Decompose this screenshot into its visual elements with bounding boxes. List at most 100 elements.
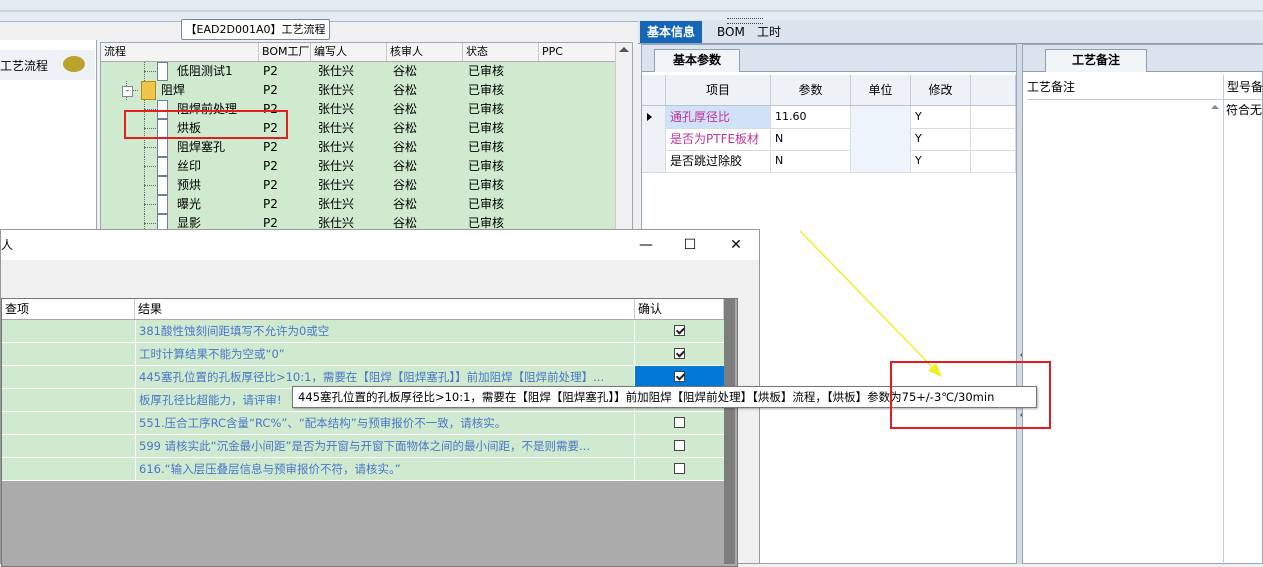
confirm-checkbox[interactable]: [674, 371, 685, 382]
tree-row[interactable]: 显影 P2 张仕兴 谷松 已审核: [101, 214, 616, 230]
confirm-checkbox[interactable]: [674, 440, 685, 451]
maximize-button[interactable]: ☐: [675, 233, 705, 257]
tree-row-reviewer: 谷松: [393, 140, 418, 154]
param-item[interactable]: 通孔厚径比: [666, 106, 771, 128]
tab-process-remarks[interactable]: 工艺备注: [1045, 49, 1147, 72]
param-modify[interactable]: Y: [911, 128, 971, 150]
col-header-factory[interactable]: BOM工厂: [259, 43, 311, 61]
check-row[interactable]: 599 请核实此“沉金最小间距”是否为开窗与开窗下面物体之间的最小间距，不是则需…: [2, 435, 724, 458]
check-row[interactable]: 工时计算结果不能为空或“0”: [2, 343, 724, 366]
confirm-checkbox[interactable]: [674, 417, 685, 428]
col-header-reviewer[interactable]: 核审人: [387, 43, 463, 61]
col-header-unit[interactable]: 单位: [851, 75, 911, 105]
tree-row[interactable]: 低阻测试1 P2 张仕兴 谷松 已审核: [101, 62, 616, 81]
tree-row-status: 已审核: [468, 121, 505, 135]
param-value[interactable]: N: [771, 150, 851, 172]
check-row[interactable]: 381酸性蚀刻间距填写不允许为0或空: [2, 320, 724, 343]
param-item[interactable]: 是否为PTFE板材: [666, 128, 771, 150]
tree-row[interactable]: 曝光 P2 张仕兴 谷松 已审核: [101, 195, 616, 214]
check-result-text[interactable]: 616.“输入层压叠层信息与预审报价不符，请核实。”: [135, 458, 635, 480]
confirm-cell[interactable]: [635, 366, 724, 388]
col-header-status[interactable]: 状态: [463, 43, 539, 61]
check-row[interactable]: 616.“输入层压叠层信息与预审报价不符，请核实。”: [2, 458, 724, 481]
param-extra: [971, 150, 1016, 172]
param-row[interactable]: 通孔厚径比 11.60 Y: [642, 106, 1016, 129]
confirm-checkbox[interactable]: [674, 325, 685, 336]
tree-row[interactable]: 丝印 P2 张仕兴 谷松 已审核: [101, 157, 616, 176]
annotation-highlight-box-2: [890, 361, 1051, 429]
param-value[interactable]: 11.60: [771, 106, 851, 128]
tree-row[interactable]: 阻焊塞孔 P2 张仕兴 谷松 已审核: [101, 138, 616, 157]
tab-bom[interactable]: BOM: [710, 21, 752, 43]
nav-item-label: 工艺流程: [0, 59, 49, 73]
tree-grid-scrollbar[interactable]: [615, 43, 632, 229]
col-header-modify[interactable]: 修改: [911, 75, 971, 105]
check-result-text[interactable]: 551.压合工序RC含量“RC%”、“配本结构”与预审报价不一致，请核实。: [135, 412, 635, 434]
close-button[interactable]: ✕: [721, 233, 751, 257]
model-remarks-header: 型号备注: [1223, 75, 1263, 100]
check-result-text[interactable]: 381酸性蚀刻间距填写不允许为0或空: [135, 320, 635, 342]
scroll-up-icon[interactable]: [1211, 105, 1219, 109]
tree-row-name: 丝印: [177, 159, 202, 173]
tree-row-writer: 张仕兴: [318, 83, 355, 97]
param-unit[interactable]: [851, 128, 911, 150]
check-result-text[interactable]: 445塞孔位置的孔板厚径比>10:1，需要在【阻焊【阻焊塞孔】】前加阻焊【阻焊前…: [135, 366, 635, 388]
nav-item-process-flow[interactable]: 工艺流程: [0, 50, 95, 80]
dialog-title: 人: [1, 238, 14, 252]
param-modify[interactable]: Y: [911, 106, 971, 128]
col-header-writer[interactable]: 编写人: [311, 43, 387, 61]
minimize-button[interactable]: —: [631, 233, 661, 257]
col-header-param[interactable]: 参数: [771, 75, 851, 105]
confirm-cell[interactable]: [635, 435, 724, 457]
tab-basic-info[interactable]: 基本信息: [640, 21, 703, 43]
confirm-checkbox[interactable]: [674, 348, 685, 359]
param-unit[interactable]: [851, 106, 911, 128]
col-header-confirm[interactable]: 确认: [635, 299, 724, 319]
col-header-item[interactable]: 项目: [666, 75, 771, 105]
tree-row[interactable]: 预烘 P2 张仕兴 谷松 已审核: [101, 176, 616, 195]
tree-row[interactable]: - 阻焊 P2 张仕兴 谷松 已审核: [101, 81, 616, 100]
confirm-cell[interactable]: [635, 458, 724, 480]
tab-basic-params[interactable]: 基本参数: [654, 49, 740, 72]
tree-row-factory: P2: [263, 140, 278, 154]
col-header-flow[interactable]: 流程: [101, 43, 259, 61]
row-indicator[interactable]: [642, 150, 666, 172]
dialog-titlebar[interactable]: 人 — ☐ ✕: [1, 230, 759, 260]
confirm-cell[interactable]: [635, 320, 724, 342]
param-modify[interactable]: Y: [911, 150, 971, 172]
param-row[interactable]: 是否为PTFE板材 N Y: [642, 128, 1016, 151]
scroll-up-icon[interactable]: [619, 47, 629, 52]
confirm-checkbox[interactable]: [674, 463, 685, 474]
check-result-text[interactable]: 599 请核实此“沉金最小间距”是否为开窗与开窗下面物体之间的最小间距，不是则需…: [135, 435, 635, 457]
collapse-toggle-icon[interactable]: -: [122, 86, 133, 97]
model-remarks-value: 符合无: [1226, 103, 1263, 117]
tree-row-reviewer: 谷松: [393, 178, 418, 192]
tree-row-writer: 张仕兴: [318, 197, 355, 211]
check-result-text[interactable]: 工时计算结果不能为空或“0”: [135, 343, 635, 365]
confirm-cell[interactable]: [635, 412, 724, 434]
row-indicator[interactable]: [642, 128, 666, 150]
tree-row-status: 已审核: [468, 140, 505, 154]
tree-row-status: 已审核: [468, 64, 505, 78]
confirm-cell[interactable]: [635, 343, 724, 365]
param-item[interactable]: 是否跳过除胶: [666, 150, 771, 172]
col-header-check-item[interactable]: 查项: [2, 299, 135, 319]
param-row[interactable]: 是否跳过除胶 N Y: [642, 150, 1016, 173]
param-unit[interactable]: [851, 150, 911, 172]
tree-row-name: 曝光: [177, 197, 202, 211]
remarks-tabbar: 工艺备注: [1023, 45, 1263, 72]
tab-work-hours[interactable]: 工时: [750, 21, 788, 43]
param-value[interactable]: N: [771, 128, 851, 150]
comment-bubble-icon: [63, 56, 85, 72]
tree-row-reviewer: 谷松: [393, 197, 418, 211]
tree-row-name: 阻焊塞孔: [177, 140, 226, 154]
row-indicator[interactable]: [642, 106, 666, 128]
param-extra: [971, 106, 1016, 128]
col-header-ppc[interactable]: PPC: [539, 43, 616, 61]
check-grid-scrollbar[interactable]: [724, 299, 735, 564]
current-row-arrow-icon: [647, 113, 652, 121]
check-item-cell: [2, 435, 135, 457]
col-header-result[interactable]: 结果: [135, 299, 635, 319]
tree-row-name: 显影: [177, 216, 202, 230]
check-row[interactable]: 551.压合工序RC含量“RC%”、“配本结构”与预审报价不一致，请核实。: [2, 412, 724, 435]
